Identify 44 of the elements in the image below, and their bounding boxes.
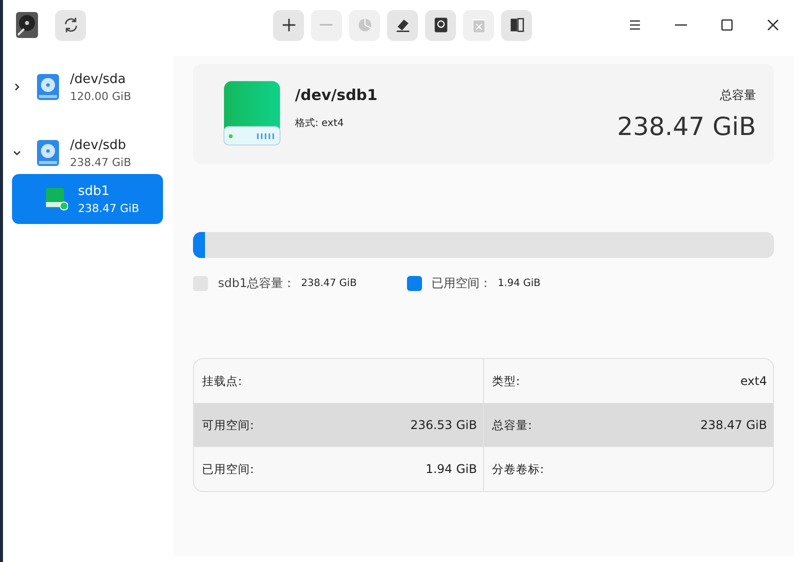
trash-icon [470, 16, 488, 34]
partition-icon [44, 187, 68, 211]
plus-icon [280, 16, 298, 34]
detail-label: 可用空间: [202, 418, 254, 432]
legend-label: sdb1总容量： [218, 275, 296, 292]
legend-value: 238.47 GiB [301, 278, 357, 289]
total-label: 总容量 [720, 87, 756, 104]
legend-value: 1.94 GiB [498, 278, 541, 289]
split-button[interactable] [501, 10, 532, 40]
erase-button[interactable] [387, 10, 418, 40]
detail-label: 总容量: [492, 418, 532, 432]
chevron-icon[interactable] [12, 82, 22, 92]
partition-name: sdb1 [78, 184, 111, 198]
disk-size: 238.47 GiB [70, 156, 132, 168]
minus-icon [319, 23, 334, 27]
disk-item[interactable]: /dev/sda 120.00 GiB [12, 64, 163, 110]
refresh-button[interactable] [55, 10, 86, 40]
detail-label: 类型: [492, 374, 520, 388]
disk-name: /dev/sda [70, 72, 127, 86]
disk-item[interactable]: /dev/sdb 238.47 GiB [12, 130, 163, 176]
add-button[interactable] [273, 10, 304, 40]
app-logo-icon [15, 11, 39, 39]
partition-title: /dev/sdb1 [295, 86, 378, 104]
menu-icon[interactable] [628, 18, 642, 32]
disk-name: /dev/sdb [70, 138, 127, 152]
disk-size: 120.00 GiB [70, 90, 132, 102]
detail-label: 挂载点: [202, 374, 242, 388]
detail-value: 238.47 GiB [700, 418, 767, 432]
format-label: 格式: ext4 [295, 116, 345, 130]
partition-size: 238.47 GiB [78, 202, 140, 214]
detail-value: ext4 [740, 374, 767, 388]
pie-chart-icon [356, 16, 374, 34]
detail-value: 1.94 GiB [426, 462, 477, 476]
partition-item[interactable]: sdb1 238.47 GiB [12, 174, 163, 224]
detail-label: 分卷卷标: [492, 462, 544, 476]
maximize-icon[interactable] [720, 18, 734, 32]
split-panel-icon [508, 16, 526, 34]
backup-button[interactable] [425, 10, 456, 40]
detail-value: 236.53 GiB [410, 418, 477, 432]
total-value: 238.47 GiB [617, 112, 756, 141]
detail-label: 已用空间: [202, 462, 254, 476]
legend-label: 已用空间： [432, 275, 492, 292]
chevron-icon[interactable] [12, 148, 22, 158]
close-icon[interactable] [766, 18, 780, 32]
